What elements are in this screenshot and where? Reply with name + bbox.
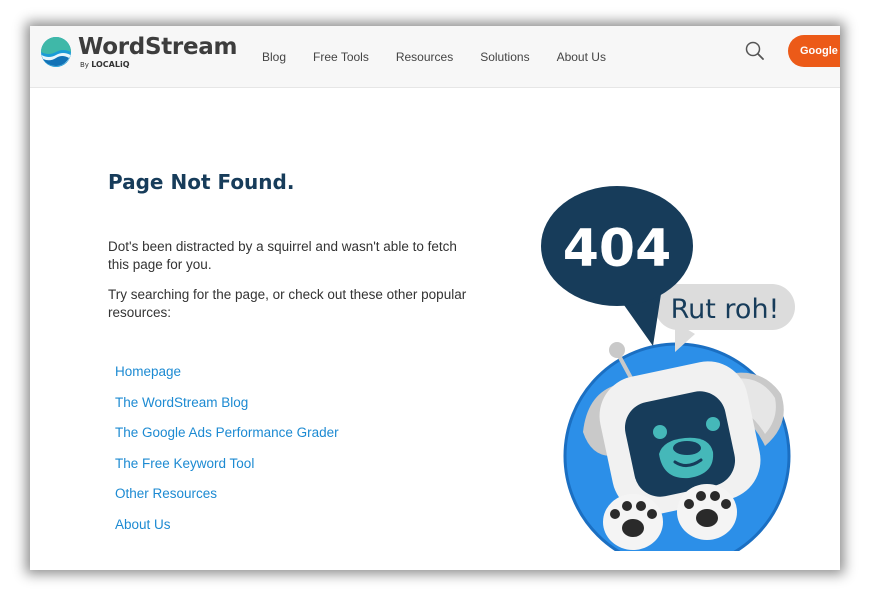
robot-right-eye bbox=[706, 417, 720, 431]
byline-brand: LOCALiQ bbox=[91, 60, 130, 69]
link-ads-performance-grader[interactable]: The Google Ads Performance Grader bbox=[115, 423, 339, 454]
robot-left-paw bbox=[603, 494, 663, 550]
robot-dog-404-illustration: Rut roh! 404 bbox=[541, 186, 795, 551]
nav-free-tools[interactable]: Free Tools bbox=[313, 50, 369, 64]
page-title: Page Not Found. bbox=[108, 170, 295, 194]
google-ads-cta-button[interactable]: Google Ads bbox=[788, 35, 840, 67]
robot-right-paw bbox=[677, 484, 737, 540]
wave-logo-icon bbox=[41, 37, 71, 67]
main-nav: Blog Free Tools Resources Solutions Abou… bbox=[262, 26, 633, 88]
404-text: 404 bbox=[563, 219, 672, 279]
wordstream-logo[interactable]: WordStream By LOCALiQ bbox=[40, 34, 240, 80]
page-frame: WordStream By LOCALiQ Blog Free Tools Re… bbox=[30, 26, 840, 570]
site-header: WordStream By LOCALiQ Blog Free Tools Re… bbox=[30, 26, 840, 88]
byline-by: By bbox=[80, 61, 89, 69]
nav-blog[interactable]: Blog bbox=[262, 50, 286, 64]
suggestion-paragraph: Try searching for the page, or check out… bbox=[108, 287, 467, 320]
nav-solutions[interactable]: Solutions bbox=[480, 50, 529, 64]
link-homepage[interactable]: Homepage bbox=[115, 362, 339, 393]
nav-about-us[interactable]: About Us bbox=[557, 50, 606, 64]
nav-resources[interactable]: Resources bbox=[396, 50, 453, 64]
link-wordstream-blog[interactable]: The WordStream Blog bbox=[115, 393, 339, 424]
link-other-resources[interactable]: Other Resources bbox=[115, 484, 339, 515]
resource-links: Homepage The WordStream Blog The Google … bbox=[115, 362, 339, 545]
link-about-us[interactable]: About Us bbox=[115, 515, 339, 546]
brand-name: WordStream bbox=[78, 34, 238, 60]
rut-roh-bubble: Rut roh! bbox=[655, 284, 795, 352]
robot-left-eye bbox=[653, 425, 667, 439]
intro-paragraph: Dot's been distracted by a squirrel and … bbox=[108, 239, 457, 272]
link-free-keyword-tool[interactable]: The Free Keyword Tool bbox=[115, 454, 339, 485]
search-icon[interactable] bbox=[744, 40, 766, 62]
rut-roh-text: Rut roh! bbox=[671, 294, 780, 325]
brand-byline: By LOCALiQ bbox=[80, 60, 130, 69]
